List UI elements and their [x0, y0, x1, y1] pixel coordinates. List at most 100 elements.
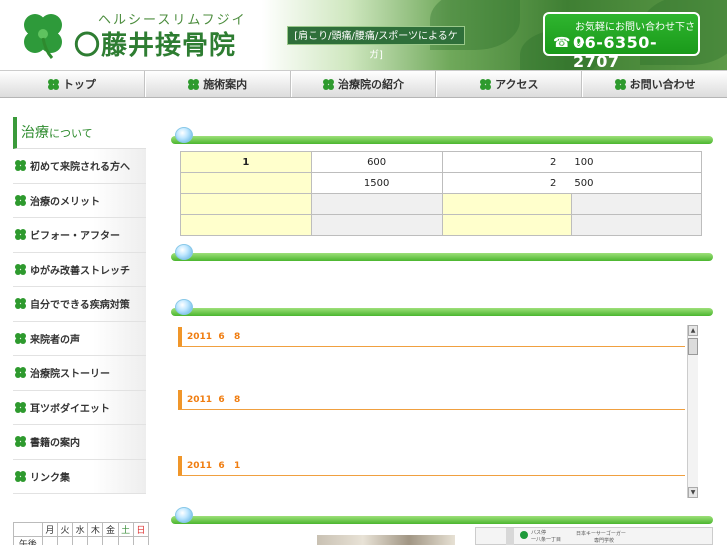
price-cell: 2 500 [441, 172, 702, 194]
scroll-thumb[interactable] [688, 338, 698, 355]
phone-icon: ☎ [553, 35, 571, 51]
sidebar-item-self-care[interactable]: 自分でできる疾病対策 [13, 287, 146, 322]
phone-number[interactable]: 06-6350-2707 [573, 33, 698, 70]
news-year: 2011 [187, 332, 213, 342]
price-cell [180, 172, 312, 194]
sidebar-item-stretch[interactable]: ゆがみ改善ストレッチ [13, 252, 146, 287]
price-value: 2 [550, 156, 557, 168]
sidebar-item-links[interactable]: リンク集 [13, 459, 146, 494]
clover-icon [322, 78, 334, 90]
price-cell [310, 214, 443, 236]
price-cell: 600 [310, 151, 443, 173]
sidebar-item-label: リンク集 [30, 472, 70, 484]
calendar-cell [72, 536, 89, 545]
price-cell: 1500 [310, 172, 443, 194]
nav-item-clinic[interactable]: 治療院の紹介 [290, 71, 437, 97]
clover-icon [15, 263, 26, 275]
news-date: 2011 6 8 [187, 332, 240, 342]
price-cell [310, 193, 443, 215]
sidebar: 治療について 初めて来院される方へ 治療のメリット ビフォー・アフター ゆがみ改… [13, 117, 146, 494]
nav-label: お問い合わせ [629, 78, 696, 91]
calendar-cell [102, 536, 119, 545]
map-label: バス停 [531, 530, 547, 536]
sidebar-item-label: 治療のメリット [30, 196, 100, 208]
clover-icon [614, 78, 626, 90]
nav-label: トップ [62, 78, 96, 91]
map-label: 一八条一丁目 [531, 537, 562, 543]
clover-icon [15, 332, 26, 344]
price-cell [441, 214, 573, 236]
news-item[interactable]: 2011 6 8 [178, 327, 685, 347]
calendar-cell [56, 536, 74, 545]
section-header-bar [171, 505, 713, 527]
weekday-tue: 火 [56, 522, 74, 537]
clover-icon [15, 160, 26, 172]
sidebar-item-books[interactable]: 書籍の案内 [13, 425, 146, 460]
sidebar-item-label: 治療院ストーリー [30, 369, 110, 381]
nav-item-treatment[interactable]: 施術案内 [144, 71, 291, 97]
calendar-cell [41, 536, 58, 545]
section-header-bar [171, 297, 713, 319]
weekday-sun: 日 [132, 522, 150, 537]
tagline-banner: [肩こり/頭痛/腰痛/スポーツによるケガ] [287, 26, 465, 61]
price-value: 2 [550, 177, 557, 189]
news-item[interactable]: 2011 6 8 [178, 390, 685, 410]
sidebar-title: 治療について [13, 117, 146, 149]
nav-item-contact[interactable]: お問い合わせ [582, 71, 727, 97]
map-label: 日本キーサーゴーガー [576, 531, 626, 537]
price-value: 500 [574, 177, 594, 189]
news-year: 2011 [187, 461, 213, 471]
news-list[interactable]: 2011 6 8 2011 6 8 2011 6 1 ▲ ▼ [178, 325, 698, 498]
price-cell [180, 193, 312, 215]
contact-phone-box[interactable]: お気軽にお問い合わせ下さい ☎ 06-6350-2707 [543, 12, 700, 70]
news-month: 6 [218, 395, 225, 405]
clover-logo-icon[interactable] [18, 10, 68, 60]
sidebar-item-merits[interactable]: 治療のメリット [13, 183, 146, 218]
sidebar-title-main: 治療 [21, 125, 49, 141]
news-scrollbar[interactable]: ▲ ▼ [687, 325, 698, 498]
sidebar-item-label: 書籍の案内 [30, 438, 80, 450]
sidebar-item-before-after[interactable]: ビフォー・アフター [13, 218, 146, 253]
sidebar-item-label: 初めて来院される方へ [30, 162, 130, 174]
sidebar-item-story[interactable]: 治療院ストーリー [13, 356, 146, 391]
news-month: 6 [218, 461, 225, 471]
sidebar-title-sub: について [49, 127, 93, 140]
access-map[interactable]: バス停 一八条一丁目 日本キーサーゴーガー 専門学校 [475, 527, 713, 545]
nav-label: 施術案内 [203, 78, 248, 91]
clover-icon [15, 298, 26, 310]
scroll-up-button[interactable]: ▲ [688, 325, 698, 336]
sidebar-item-label: 来院者の声 [30, 334, 80, 346]
sidebar-item-label: 自分でできる疾病対策 [30, 300, 130, 312]
nav-item-top[interactable]: トップ [0, 71, 145, 97]
sidebar-item-ear-diet[interactable]: 耳ツボダイエット [13, 390, 146, 425]
clover-icon [15, 436, 26, 448]
scroll-down-button[interactable]: ▼ [688, 487, 698, 498]
section-header-bar [171, 242, 713, 264]
sidebar-item-voices[interactable]: 来院者の声 [13, 321, 146, 356]
news-month: 6 [218, 332, 225, 342]
weekday-fri: 金 [102, 522, 119, 537]
map-label: 専門学校 [594, 538, 615, 544]
clover-icon [15, 470, 26, 482]
calendar-cell [132, 536, 150, 545]
news-item[interactable]: 2011 6 1 [178, 456, 685, 476]
price-table: 1 600 2 100 1500 2 500 [180, 151, 702, 236]
business-calendar: 月 火 水 木 金 土 日 午後 [13, 522, 150, 545]
news-date: 2011 6 1 [187, 461, 240, 471]
price-cell: 2 100 [441, 151, 702, 173]
site-logo-name[interactable]: 〇藤井接骨院 [74, 25, 236, 62]
sidebar-item-first-visit[interactable]: 初めて来院される方へ [13, 149, 146, 184]
map-pin-icon [520, 531, 528, 539]
price-cell: 1 [180, 151, 312, 173]
calendar-cell [87, 536, 104, 545]
clover-icon [188, 78, 200, 90]
bubble-icon [175, 244, 193, 260]
clover-icon [15, 367, 26, 379]
clover-icon [15, 401, 26, 413]
news-date: 2011 6 8 [187, 395, 240, 405]
nav-item-access[interactable]: アクセス [436, 71, 583, 97]
bubble-icon [175, 127, 193, 143]
price-cell [441, 193, 573, 215]
site-header: ヘルシースリムフジイ 〇藤井接骨院 [肩こり/頭痛/腰痛/スポーツによるケガ] … [0, 0, 727, 70]
price-cell [180, 214, 312, 236]
